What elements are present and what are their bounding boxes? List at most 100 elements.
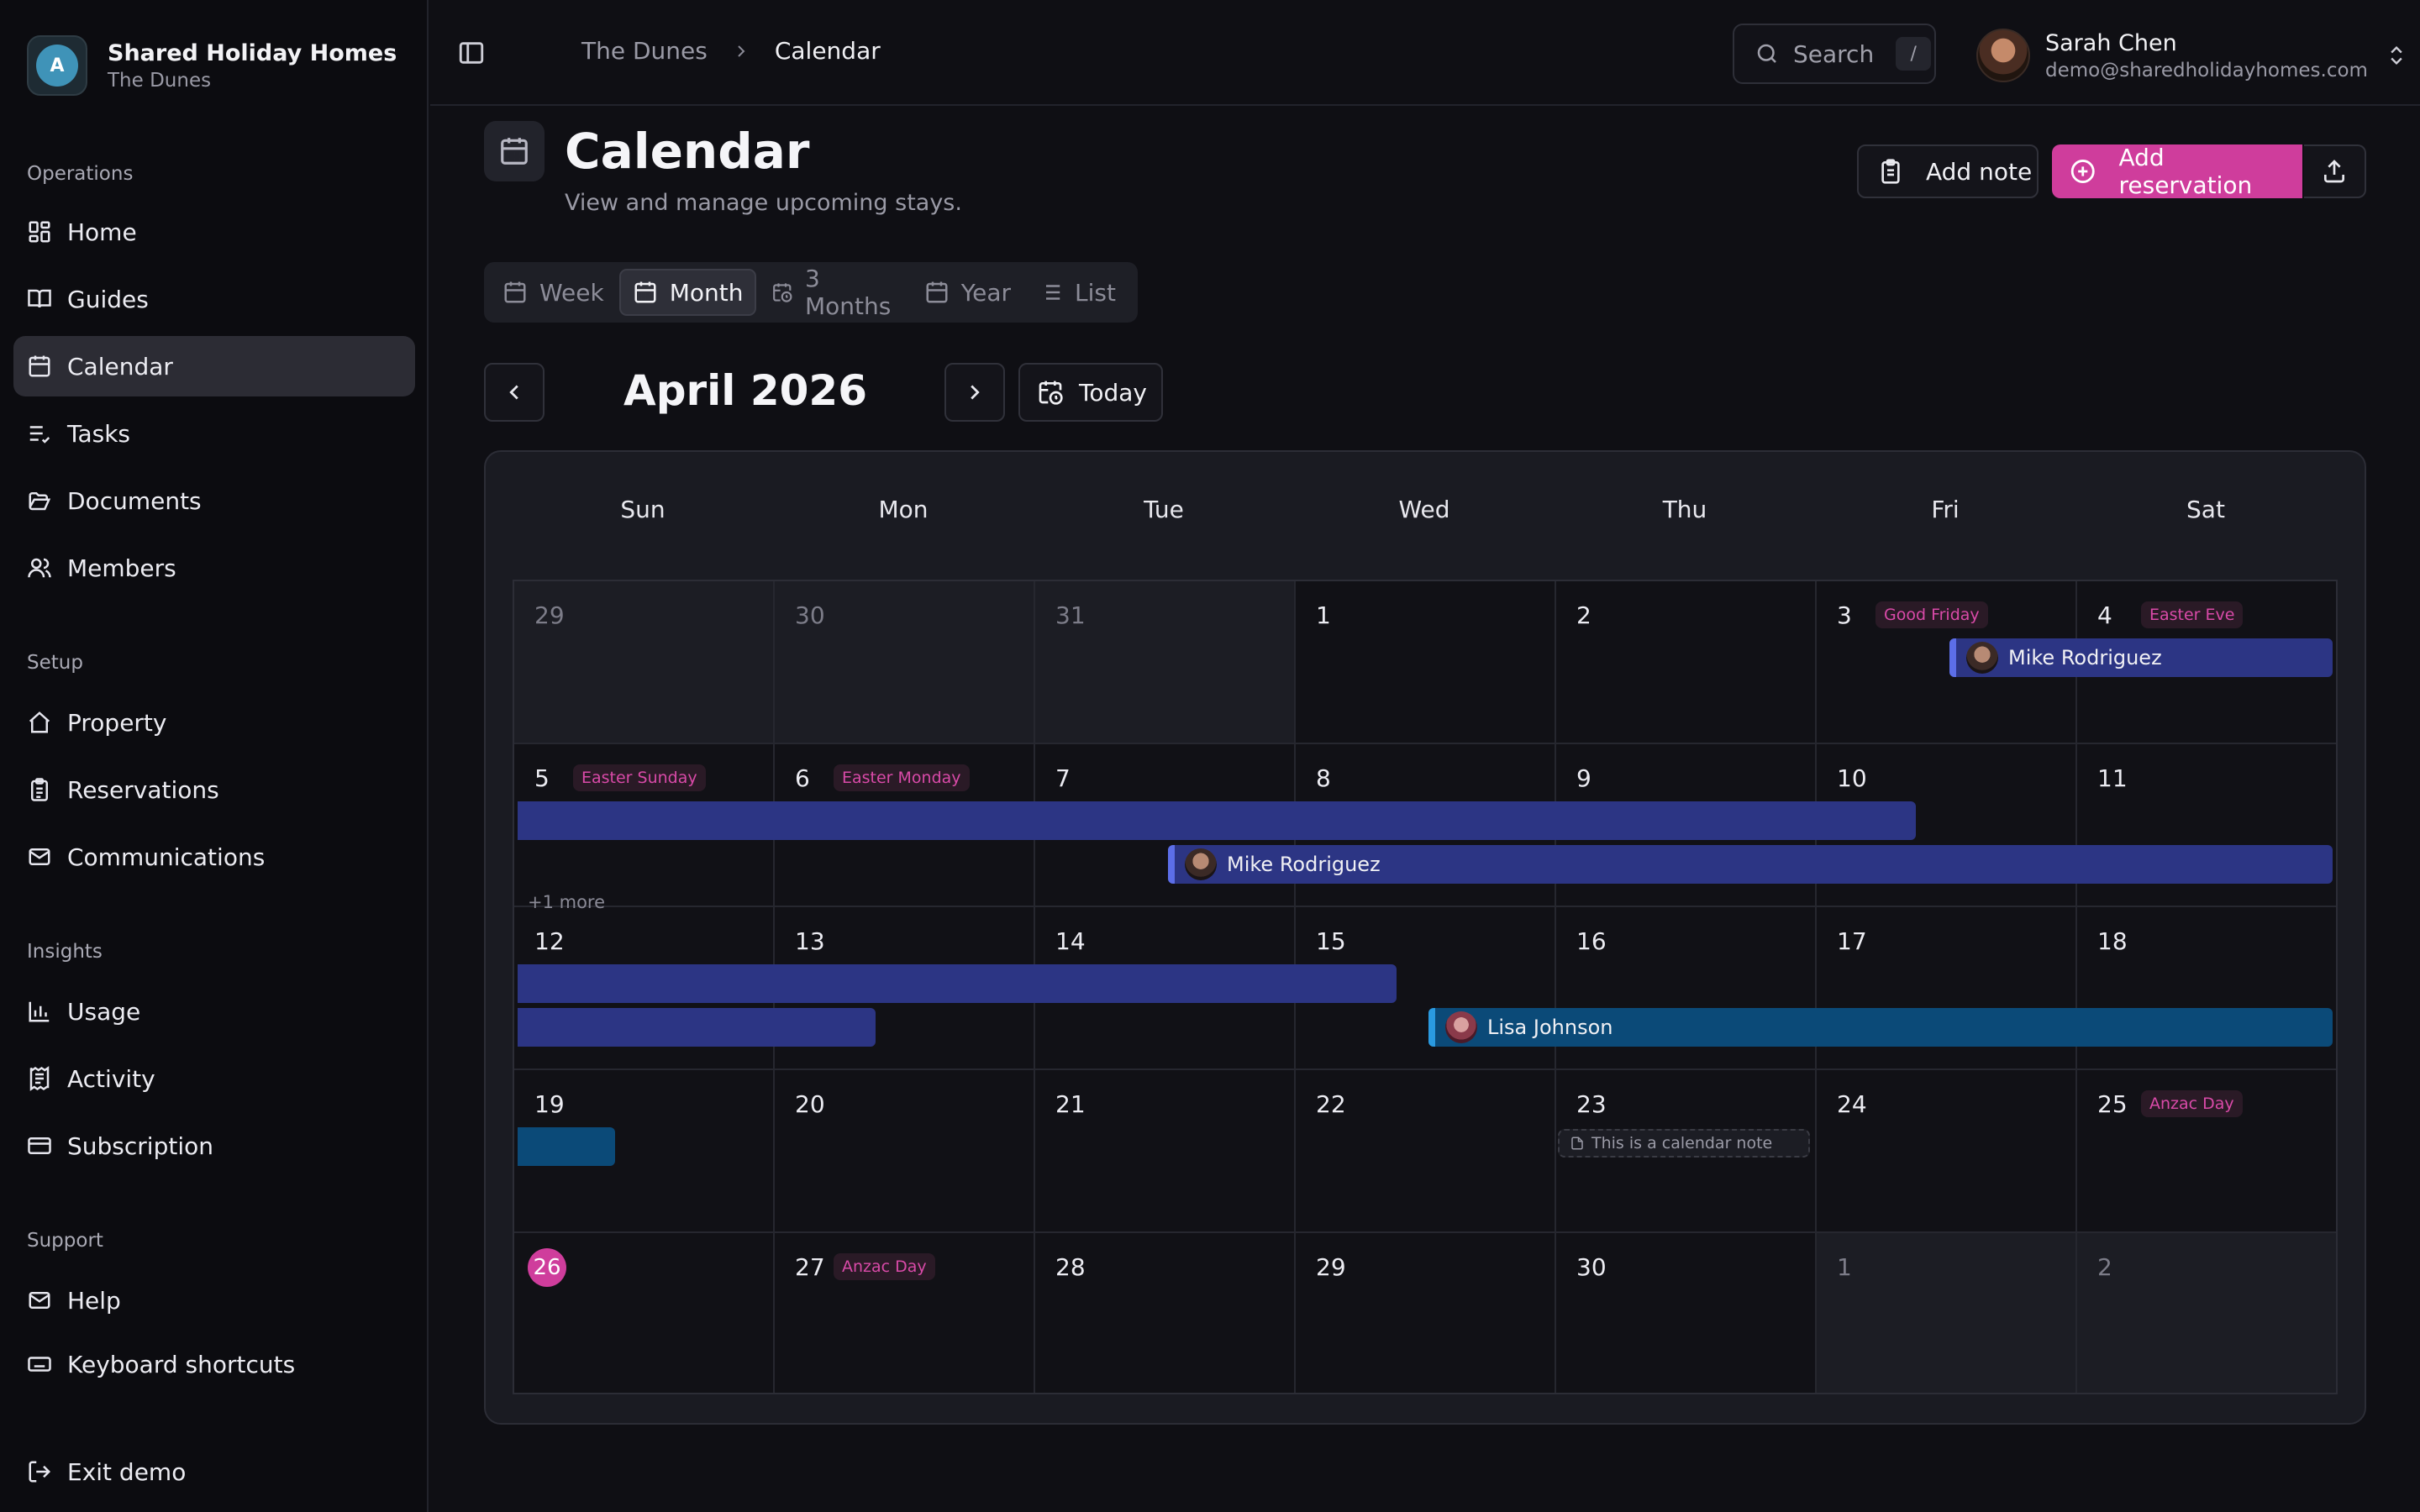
- list-check-icon: [27, 421, 52, 446]
- clipboard-list-icon: [27, 777, 52, 802]
- holiday-badge: Good Friday: [1876, 601, 1988, 628]
- day-number: 3: [1837, 601, 1852, 629]
- brand-subtitle: The Dunes: [108, 69, 212, 92]
- nav-section-setup: Setup: [27, 652, 83, 674]
- day-cell[interactable]: 21: [1035, 1070, 1296, 1233]
- reservation-bar[interactable]: Mike Rodriguez: [1168, 845, 2333, 884]
- day-number: 8: [1316, 764, 1331, 792]
- search-placeholder: Search: [1793, 39, 1875, 68]
- sidebar-item-keyboard-shortcuts[interactable]: Keyboard shortcuts: [13, 1334, 415, 1394]
- day-cell[interactable]: 26: [514, 1233, 775, 1393]
- reservation-bar[interactable]: [518, 1127, 615, 1166]
- day-number: 5: [534, 764, 550, 792]
- user-menu[interactable]: Sarah Chen demo@sharedholidayhomes.com: [1976, 24, 2408, 87]
- day-cell[interactable]: 1: [1296, 581, 1556, 744]
- sidebar-item-help[interactable]: Help: [13, 1270, 415, 1331]
- tab-3-months[interactable]: 3 Months: [760, 265, 908, 320]
- reservation-bar[interactable]: Lisa Johnson: [1428, 1008, 2333, 1047]
- previous-month-button[interactable]: [484, 363, 544, 422]
- day-cell[interactable]: 30: [1556, 1233, 1817, 1393]
- sidebar-item-subscription[interactable]: Subscription: [13, 1116, 415, 1176]
- day-cell[interactable]: 2: [2077, 1233, 2336, 1393]
- day-cell[interactable]: 27 Anzac Day: [775, 1233, 1035, 1393]
- day-number: 9: [1576, 764, 1591, 792]
- tab-month[interactable]: Month: [618, 269, 757, 316]
- reservation-bar[interactable]: [518, 1008, 876, 1047]
- sidebar-item-label: Usage: [67, 997, 141, 1026]
- file-icon: [1570, 1136, 1585, 1151]
- sidebar-item-usage[interactable]: Usage: [13, 981, 415, 1042]
- sidebar-item-tasks[interactable]: Tasks: [13, 403, 415, 464]
- sidebar-item-reservations[interactable]: Reservations: [13, 759, 415, 820]
- reservation-bar[interactable]: [518, 801, 1916, 840]
- avatar: [1976, 29, 2030, 82]
- house-icon: [27, 710, 52, 735]
- avatar: [1185, 848, 1217, 880]
- tab-label: Week: [539, 278, 604, 307]
- sidebar-item-documents[interactable]: Documents: [13, 470, 415, 531]
- tab-label: 3 Months: [805, 265, 892, 320]
- day-number: 22: [1316, 1090, 1346, 1118]
- add-reservation-button[interactable]: Add reservation: [2052, 144, 2302, 199]
- day-number: 24: [1837, 1090, 1867, 1118]
- brand[interactable]: A Shared Holiday Homes The Dunes: [27, 34, 397, 97]
- sidebar-item-members[interactable]: Members: [13, 538, 415, 598]
- page-title: Calendar: [565, 123, 810, 180]
- day-cell[interactable]: 29: [514, 581, 775, 744]
- sidebar-toggle-icon[interactable]: [457, 39, 486, 67]
- sidebar-item-label: Property: [67, 708, 167, 737]
- reservation-bar[interactable]: [518, 964, 1397, 1003]
- chevron-left-icon: [502, 380, 527, 405]
- tab-week[interactable]: Week: [491, 269, 616, 316]
- sidebar-item-home[interactable]: Home: [13, 202, 415, 262]
- tab-label: List: [1075, 278, 1116, 307]
- breadcrumb-property[interactable]: The Dunes: [581, 37, 708, 65]
- day-cell[interactable]: 22: [1296, 1070, 1556, 1233]
- sidebar-item-activity[interactable]: Activity: [13, 1048, 415, 1109]
- reservation-bar[interactable]: Mike Rodriguez: [1949, 638, 2333, 677]
- sidebar-item-communications[interactable]: Communications: [13, 827, 415, 887]
- reservation-edge: [1949, 638, 1956, 677]
- nav-section-insights: Insights: [27, 941, 103, 963]
- day-cell[interactable]: 29: [1296, 1233, 1556, 1393]
- keyboard-icon: [27, 1352, 52, 1377]
- page-subtitle: View and manage upcoming stays.: [565, 190, 962, 216]
- reservation-edge: [1168, 845, 1175, 884]
- user-email: demo@sharedholidayhomes.com: [2045, 59, 2368, 81]
- calendar-clock-icon: [1037, 379, 1064, 406]
- chevron-right-icon: [731, 41, 751, 61]
- weekday-header: Fri: [1931, 496, 1960, 523]
- sidebar-item-label: Communications: [67, 843, 266, 871]
- day-cell[interactable]: 30: [775, 581, 1035, 744]
- day-cell[interactable]: 20: [775, 1070, 1035, 1233]
- tab-year[interactable]: Year: [913, 269, 1023, 316]
- day-cell[interactable]: 2: [1556, 581, 1817, 744]
- day-cell[interactable]: 24: [1817, 1070, 2077, 1233]
- mail-icon: [27, 844, 52, 869]
- today-button[interactable]: Today: [1018, 363, 1163, 422]
- sidebar-item-calendar[interactable]: Calendar: [13, 336, 415, 396]
- calendar-note[interactable]: This is a calendar note: [1558, 1129, 1810, 1158]
- sidebar-item-guides[interactable]: Guides: [13, 269, 415, 329]
- sidebar-item-label: Documents: [67, 486, 202, 515]
- day-cell[interactable]: 25 Anzac Day: [2077, 1070, 2336, 1233]
- weekday-header: Tue: [1144, 496, 1184, 523]
- day-number: 2: [1576, 601, 1591, 629]
- export-button[interactable]: [2304, 144, 2366, 198]
- add-note-button[interactable]: Add note: [1857, 144, 2039, 198]
- today-day-number: 26: [528, 1248, 566, 1287]
- nav-section-operations: Operations: [27, 163, 134, 185]
- exit-demo-label: Exit demo: [67, 1457, 187, 1486]
- day-cell[interactable]: 31: [1035, 581, 1296, 744]
- day-cell[interactable]: 1: [1817, 1233, 2077, 1393]
- tab-list[interactable]: List: [1026, 269, 1128, 316]
- sidebar-item-property[interactable]: Property: [13, 692, 415, 753]
- next-month-button[interactable]: [944, 363, 1005, 422]
- view-switcher: Week Month 3 Months Year List: [484, 262, 1138, 323]
- day-cell[interactable]: 28: [1035, 1233, 1296, 1393]
- month-label: April 2026: [623, 366, 867, 415]
- exit-demo-button[interactable]: Exit demo: [13, 1441, 415, 1502]
- sidebar-item-label: Members: [67, 554, 176, 582]
- search-button[interactable]: Search /: [1733, 24, 1936, 84]
- calendar-clock-icon: [771, 280, 793, 305]
